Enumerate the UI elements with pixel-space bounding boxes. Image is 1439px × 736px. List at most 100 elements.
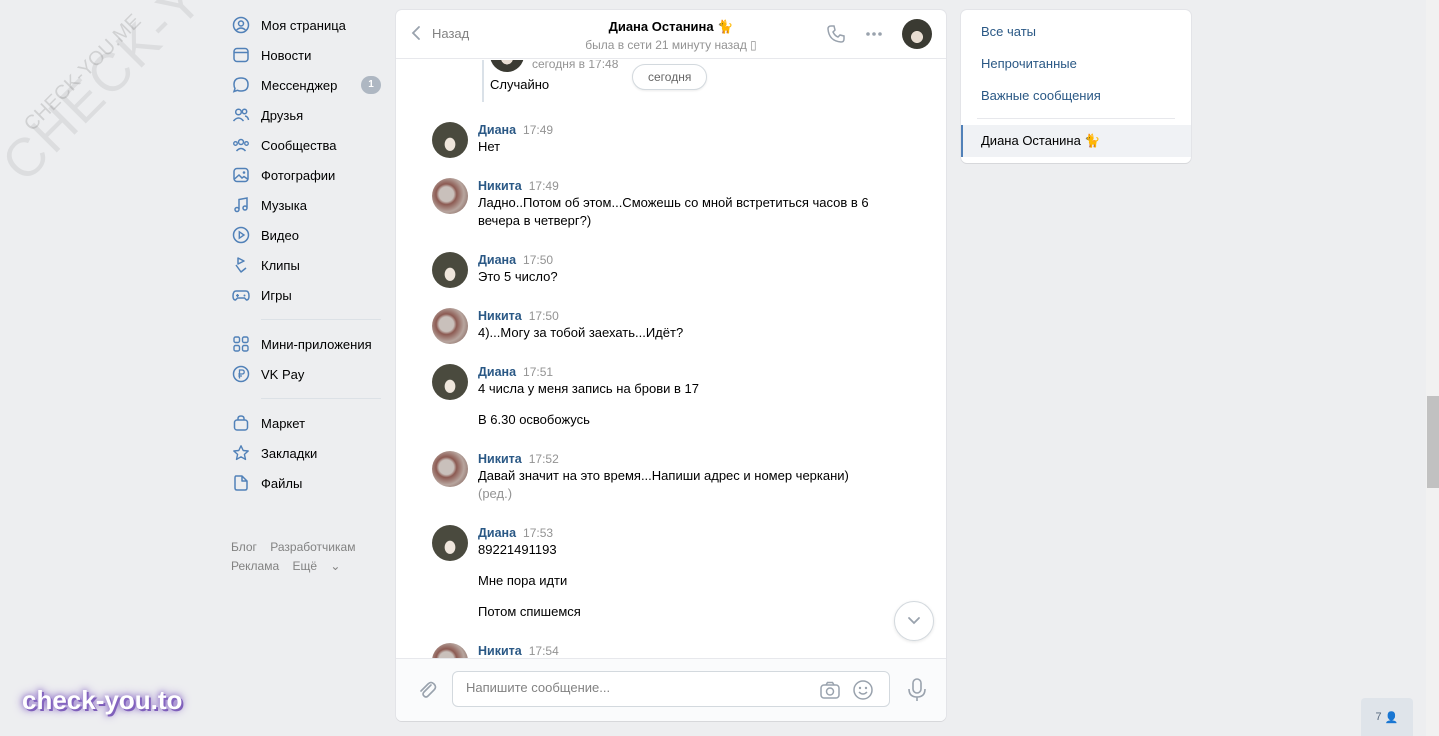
message-group[interactable]: Диана 17:51 4 числа у меня запись на брови… [432, 364, 872, 429]
avatar[interactable] [432, 252, 468, 288]
message-input-box[interactable] [452, 671, 890, 707]
paperclip-icon[interactable] [416, 679, 438, 701]
message-history[interactable]: сегодня в 17:48 Случайно сегодня Диана 17… [396, 60, 946, 658]
person-icon: 👤 [1384, 711, 1399, 724]
star-icon [231, 443, 251, 463]
message-group[interactable]: Диана 17:53 89221491193 Мне пора идти Потом … [432, 525, 872, 621]
message-time[interactable]: 17:49 [529, 179, 559, 193]
avatar [490, 60, 524, 72]
menu-item-label: Сообщества [261, 137, 337, 153]
message-group[interactable]: Диана 17:50 Это 5 число? [432, 252, 872, 288]
message-group[interactable]: Диана 17:49 Нет [432, 122, 872, 158]
menu-item[interactable]: Маркет [231, 408, 381, 438]
filter-important[interactable]: Важные сообщения [961, 80, 1191, 112]
avatar[interactable] [432, 364, 468, 400]
more-dots-icon[interactable] [864, 24, 884, 44]
message-author[interactable]: Диана [478, 365, 516, 379]
phone-icon[interactable] [826, 24, 846, 44]
message-author[interactable]: Никита [478, 179, 522, 193]
avatar[interactable] [432, 122, 468, 158]
menu-item-label: Друзья [261, 107, 304, 123]
menu-item-label: Маркет [261, 415, 306, 431]
menu-item[interactable]: Новости [231, 40, 381, 70]
quoted-text: Случайно [490, 77, 550, 92]
filter-all-chats[interactable]: Все чаты [961, 16, 1191, 48]
chat-header: Назад Диана Останина 🐈 была в сети 21 ми… [396, 10, 946, 59]
microphone-icon[interactable] [906, 677, 928, 703]
avatar[interactable] [432, 451, 468, 487]
message-author[interactable]: Диана [478, 123, 516, 137]
chat-panel: Назад Диана Останина 🐈 была в сети 21 ми… [396, 10, 946, 721]
menu-item-label: Мини-приложения [261, 336, 372, 352]
scroll-down-button[interactable] [894, 601, 934, 641]
watermark-small: CHECK-YOU.ME [20, 9, 146, 136]
active-chat-item[interactable]: Диана Останина 🐈 [961, 125, 1191, 157]
footer-links: Блог Разработчикам Реклама Ещё ⌄ [231, 538, 381, 576]
avatar[interactable] [432, 525, 468, 561]
footer-dev-link[interactable]: Разработчикам [270, 540, 355, 554]
message-time[interactable]: 17:50 [529, 309, 559, 323]
menu-item-label: Мессенджер [261, 77, 338, 93]
message-author[interactable]: Диана [478, 526, 516, 540]
menu-item[interactable]: Фотографии [231, 160, 381, 190]
message-text: 89221491193 [478, 542, 557, 557]
online-friends-widget[interactable]: 7 👤 [1361, 698, 1413, 736]
page-scrollbar-track [1426, 0, 1439, 736]
message-text: 4)...Могу за тобой заехать...Идёт? [478, 325, 684, 340]
menu-item[interactable]: Музыка [231, 190, 381, 220]
message-time[interactable]: 17:51 [523, 365, 553, 379]
friends-icon [231, 105, 251, 125]
menu-item-label: Файлы [261, 475, 303, 491]
message-header: Никита 17:54 [478, 643, 872, 658]
message-text: Ладно..Потом об этом...Сможешь со мной в… [478, 195, 869, 228]
menu-item[interactable]: Клипы [231, 250, 381, 280]
communities-icon [231, 135, 251, 155]
peer-avatar[interactable] [902, 19, 932, 49]
message-time[interactable]: 17:54 [529, 644, 559, 658]
menu-item[interactable]: Файлы [231, 468, 381, 498]
menu-item[interactable]: Закладки [231, 438, 381, 468]
footer-blog-link[interactable]: Блог [231, 540, 257, 554]
gamepad-icon [231, 285, 251, 305]
menu-item[interactable]: Мини-приложения [231, 329, 381, 359]
message-time[interactable]: 17:49 [523, 123, 553, 137]
message-author[interactable]: Никита [478, 644, 522, 658]
message-group[interactable]: Никита 17:52 Давай значит на это время...Н… [432, 451, 872, 503]
message-time[interactable]: 17:52 [529, 452, 559, 466]
smile-icon[interactable] [852, 679, 874, 701]
message-time[interactable]: 17:53 [523, 526, 553, 540]
filter-unread[interactable]: Непрочитанные [961, 48, 1191, 80]
chevron-down-icon [908, 617, 920, 625]
mobile-icon: ▯ [750, 38, 757, 52]
menu-item[interactable]: Видео [231, 220, 381, 250]
page-scrollbar-thumb[interactable] [1427, 396, 1439, 488]
menu-item[interactable]: Сообщества [231, 130, 381, 160]
message-author[interactable]: Никита [478, 309, 522, 323]
avatar[interactable] [432, 308, 468, 344]
quoted-message: сегодня в 17:48 Случайно [482, 60, 618, 102]
menu-item[interactable]: Друзья [231, 100, 381, 130]
menu-item[interactable]: Игры [231, 280, 381, 310]
message-group[interactable]: Никита 17:54 [432, 643, 872, 658]
message-author[interactable]: Диана [478, 253, 516, 267]
menu-item-label: Моя страница [261, 17, 346, 33]
user-circle-icon [231, 15, 251, 35]
message-group[interactable]: Никита 17:49 Ладно..Потом об этом...Сможеш… [432, 178, 872, 230]
message-group[interactable]: Никита 17:50 4)...Могу за тобой заехать...… [432, 308, 872, 344]
avatar[interactable] [432, 643, 468, 658]
menu-item[interactable]: Мессенджер 1 [231, 70, 381, 100]
message-header: Никита 17:50 [478, 308, 872, 324]
message-composer [396, 658, 946, 721]
message-time[interactable]: 17:50 [523, 253, 553, 267]
footer-ads-link[interactable]: Реклама [231, 559, 279, 573]
menu-item[interactable]: Моя страница [231, 10, 381, 40]
message-author[interactable]: Никита [478, 452, 522, 466]
footer-more-link[interactable]: Ещё ⌄ [292, 559, 350, 573]
camera-icon[interactable] [819, 679, 841, 701]
avatar[interactable] [432, 178, 468, 214]
menu-item[interactable]: VK Pay [231, 359, 381, 389]
message-header: Диана 17:51 [478, 364, 872, 380]
shopping-bag-icon [231, 413, 251, 433]
chat-bubble-icon [231, 75, 251, 95]
message-input[interactable] [466, 680, 796, 695]
